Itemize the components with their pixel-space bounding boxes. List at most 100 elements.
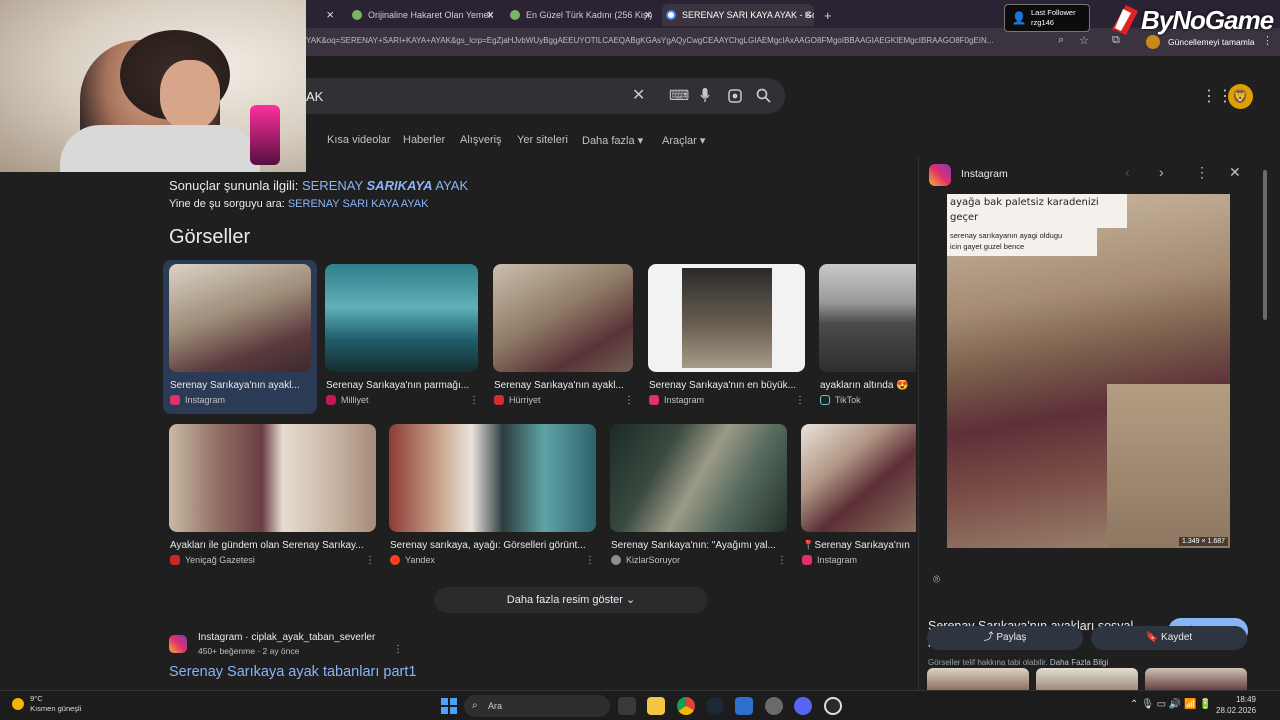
share-label: Paylaş bbox=[996, 632, 1027, 643]
task-view-icon[interactable] bbox=[618, 697, 636, 715]
search-icon[interactable] bbox=[756, 88, 771, 103]
windows-taskbar: 9°C Kısmen güneşli ⌕ Ara ⌃ 🎙 ▭ 🔊 📶 🔋 18:4… bbox=[0, 690, 1280, 720]
windows-logo-tile bbox=[450, 698, 457, 705]
image-result-card[interactable]: Serenay Sarıkaya'nın ayakl... Hürriyet ⋮ bbox=[493, 264, 634, 414]
share-button[interactable]: ⤴ Paylaş bbox=[927, 626, 1083, 650]
image-result-card[interactable]: ayakların altında 😍 TikTok bbox=[819, 264, 916, 414]
more-options-icon[interactable]: ⋮ bbox=[585, 555, 595, 566]
image-caption: Serenay Sarıkaya'nın ayakl... bbox=[170, 380, 300, 391]
steam-icon[interactable] bbox=[706, 697, 724, 715]
image-result-card[interactable]: 📍Serenay Sarıkaya'nın Instagram bbox=[801, 424, 916, 570]
result-title-link[interactable]: Serenay Sarıkaya ayak tabanları part1 bbox=[169, 664, 416, 680]
taskbar-search[interactable]: ⌕ Ara bbox=[464, 695, 610, 717]
image-thumbnail[interactable] bbox=[801, 424, 916, 532]
close-icon[interactable]: ✕ bbox=[1229, 164, 1241, 181]
search-input[interactable]: AK ✕ ⌨ bbox=[240, 78, 785, 114]
close-icon[interactable]: × bbox=[486, 7, 494, 22]
image-caption: Serenay Sarıkaya'nın ayakl... bbox=[494, 380, 624, 391]
image-thumbnail[interactable] bbox=[648, 264, 805, 372]
tab-close-hidden[interactable]: × bbox=[306, 4, 336, 26]
chrome-icon[interactable] bbox=[677, 697, 695, 715]
chevron-right-icon[interactable]: › bbox=[1159, 164, 1164, 180]
tab-serenay-search[interactable]: SERENAY SARI KAYA AYAK - Go × bbox=[662, 4, 814, 26]
scroll-thumb[interactable] bbox=[1263, 170, 1267, 320]
settings-gear-icon[interactable] bbox=[765, 697, 783, 715]
related-image[interactable] bbox=[1036, 668, 1138, 690]
clock[interactable]: 18:49 28.02.2026 bbox=[1216, 694, 1256, 716]
lens-search-icon[interactable]: ⌾ bbox=[933, 572, 940, 587]
show-more-images-button[interactable]: Daha fazla resim göster ⌄ bbox=[434, 587, 708, 613]
tab-hakaret-yemek[interactable]: Orijinaline Hakaret Olan Yemek × bbox=[348, 4, 496, 26]
image-result-card[interactable]: Serenay Sarıkaya'nın parmağı... Milliyet… bbox=[325, 264, 479, 414]
tab-more[interactable]: Daha fazla ▾ bbox=[582, 134, 643, 147]
more-options-icon[interactable]: ⋮ bbox=[393, 644, 403, 655]
close-icon[interactable]: × bbox=[804, 7, 812, 22]
corrected-term-c: AYAK bbox=[432, 178, 469, 193]
chevron-left-icon[interactable]: ‹ bbox=[1125, 164, 1130, 180]
discord-icon[interactable] bbox=[794, 697, 812, 715]
image-thumbnail[interactable] bbox=[610, 424, 787, 532]
start-button[interactable] bbox=[441, 698, 457, 714]
microphone-icon[interactable] bbox=[700, 88, 710, 103]
more-options-icon[interactable]: ⋮ bbox=[624, 395, 634, 406]
image-result-card[interactable]: Serenay sarıkaya, ayağı: Görselleri görü… bbox=[389, 424, 596, 570]
corrected-query-link[interactable]: SERENAY SARIKAYA AYAK bbox=[302, 178, 468, 193]
related-image[interactable] bbox=[1145, 668, 1247, 690]
clear-icon[interactable]: ✕ bbox=[632, 85, 645, 105]
image-result-card[interactable]: Serenay Sarıkaya'nın en büyük... Instagr… bbox=[648, 264, 805, 414]
related-image[interactable] bbox=[927, 668, 1029, 690]
preview-image[interactable]: ayağa bak paletsiz karadenizi geçer sere… bbox=[947, 194, 1230, 548]
image-thumbnail[interactable] bbox=[389, 424, 596, 532]
image-thumbnail[interactable] bbox=[819, 264, 916, 372]
tab-short-videos[interactable]: Kısa videolar bbox=[327, 134, 391, 146]
image-thumbnail[interactable] bbox=[169, 424, 376, 532]
more-options-icon[interactable]: ⋮ bbox=[469, 395, 479, 406]
more-options-icon[interactable]: ⋮ bbox=[365, 555, 375, 566]
more-options-icon[interactable]: ⋮ bbox=[777, 555, 787, 566]
tab-local[interactable]: Yer siteleri bbox=[517, 134, 568, 146]
more-options-icon[interactable]: ⋮ bbox=[795, 395, 805, 406]
image-result-card[interactable]: Ayakları ile gündem olan Serenay Sarıkay… bbox=[169, 424, 376, 570]
new-tab-button[interactable]: + bbox=[820, 4, 840, 26]
tab-shopping[interactable]: Alışveriş bbox=[460, 134, 502, 146]
original-query-link[interactable]: SERENAY SARI KAYA AYAK bbox=[288, 198, 429, 210]
image-thumbnail[interactable] bbox=[493, 264, 633, 372]
account-avatar[interactable]: 🦁 bbox=[1228, 84, 1253, 109]
google-favicon-icon bbox=[666, 10, 676, 20]
keyboard-icon[interactable]: ⌨ bbox=[669, 87, 689, 104]
more-info-link[interactable]: Daha Fazla Bilgi bbox=[1050, 658, 1108, 667]
web-result: Instagram · ciplak_ayak_taban_severler 4… bbox=[169, 631, 629, 690]
obs-icon[interactable] bbox=[824, 697, 842, 715]
close-icon[interactable]: × bbox=[326, 7, 334, 22]
result-site[interactable]: Instagram · ciplak_ayak_taban_severler bbox=[198, 632, 375, 643]
image-dimensions: 1.349 × 1.687 bbox=[1178, 537, 1228, 546]
image-thumbnail[interactable] bbox=[169, 264, 311, 372]
panel-scrollbar[interactable] bbox=[1262, 156, 1268, 690]
zoom-icon[interactable]: ⌕ bbox=[1058, 34, 1064, 47]
meme-line: serenay sarıkayanın ayagi oldugu bbox=[950, 231, 1063, 240]
tab-label: Orijinaline Hakaret Olan Yemek bbox=[368, 10, 494, 20]
bookmark-star-icon[interactable]: ☆ bbox=[1079, 34, 1089, 47]
tab-news[interactable]: Haberler bbox=[403, 134, 445, 146]
search-query[interactable]: AK bbox=[306, 89, 323, 104]
tab-favicon-icon bbox=[352, 10, 362, 20]
image-result-card[interactable]: Serenay Sarıkaya'nın ayakl... Instagram bbox=[163, 260, 317, 414]
save-button[interactable]: 🔖 Kaydet bbox=[1091, 626, 1247, 650]
result-meta: 450+ beğenme · 2 ay önce bbox=[198, 646, 300, 656]
correction-prefix: Sonuçlar şununla ilgili: bbox=[169, 178, 302, 193]
close-icon[interactable]: × bbox=[644, 7, 652, 22]
store-icon[interactable] bbox=[735, 697, 753, 715]
url-text[interactable]: YAK&oq=SERENAY+SARI+KAYA+AYAK&gs_lcrp=Eg… bbox=[306, 36, 1046, 45]
more-options-icon[interactable]: ⋮ bbox=[1195, 164, 1209, 181]
panel-source[interactable]: Instagram bbox=[961, 168, 1008, 180]
system-tray[interactable]: ⌃ 🎙 ▭ 🔊 📶 🔋 bbox=[1130, 699, 1212, 710]
logo-mark-icon bbox=[1112, 5, 1138, 35]
weather-widget[interactable]: 9°C Kısmen güneşli bbox=[12, 694, 81, 714]
file-explorer-icon[interactable] bbox=[647, 697, 665, 715]
tools-button[interactable]: Araçlar ▾ bbox=[662, 134, 705, 147]
image-result-card[interactable]: Serenay Sarıkaya'nın: "Ayağımı yal... Ki… bbox=[610, 424, 787, 570]
webcam-face bbox=[160, 60, 220, 130]
image-thumbnail[interactable] bbox=[325, 264, 478, 372]
tab-turk-kadini[interactable]: En Güzel Türk Kadını (256 Kişi) × bbox=[506, 4, 654, 26]
lens-camera-icon[interactable] bbox=[728, 89, 742, 103]
